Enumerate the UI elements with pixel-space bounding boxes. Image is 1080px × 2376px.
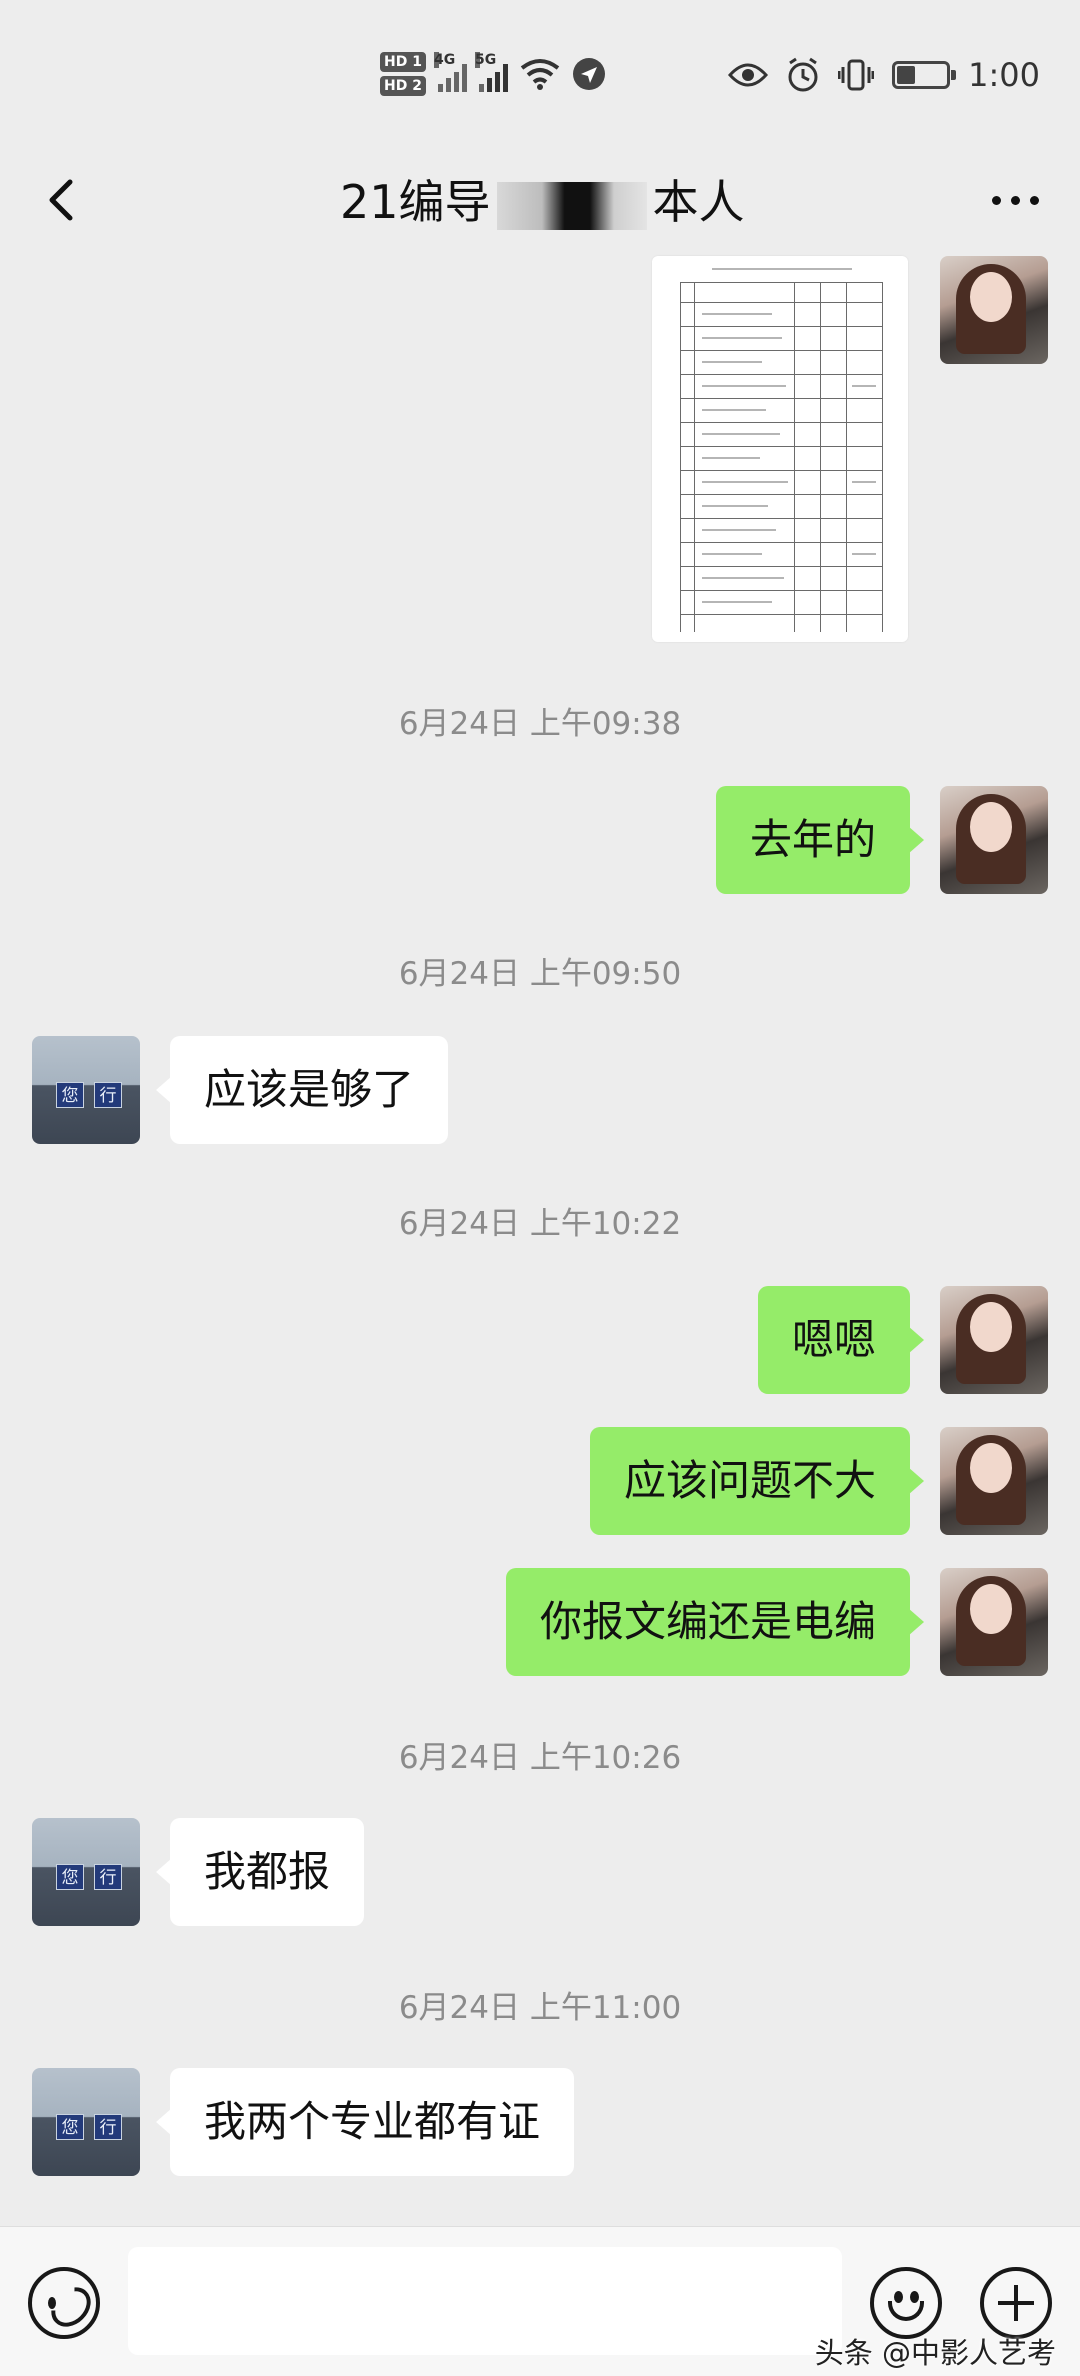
avatar-sign-char: 行 bbox=[94, 2114, 122, 2140]
chat-title-suffix: 本人 bbox=[652, 175, 745, 229]
vibrate-icon bbox=[838, 59, 875, 91]
document-image[interactable] bbox=[652, 256, 908, 642]
contact-avatar[interactable]: 您 行 bbox=[32, 1818, 140, 1926]
hd-badge-1: HD 1 bbox=[380, 52, 426, 72]
chat-title-prefix: 21编导 bbox=[340, 175, 491, 229]
message-bubble-received[interactable]: 我都报 bbox=[155, 1818, 365, 1926]
my-avatar[interactable] bbox=[940, 1568, 1048, 1676]
message-bubble-received[interactable]: 应该是够了 bbox=[155, 1036, 449, 1144]
status-right: 1:00 bbox=[728, 56, 1040, 94]
hd-indicators: HD 1 HD 2 bbox=[380, 52, 426, 96]
message-bubble-sent[interactable]: 去年的 bbox=[715, 786, 925, 894]
redacted-name bbox=[496, 181, 647, 230]
clock: 1:00 bbox=[968, 56, 1040, 94]
message-bubble-sent[interactable]: 应该问题不大 bbox=[589, 1427, 925, 1535]
status-left: HD 1 HD 2 4G 5G bbox=[380, 52, 606, 96]
wifi-icon bbox=[520, 59, 560, 90]
chat-title: 21编导 本人 bbox=[340, 166, 745, 232]
timestamp: 6月24日 上午11:00 bbox=[398, 1990, 682, 2026]
plus-icon[interactable] bbox=[980, 2267, 1052, 2339]
message-input[interactable] bbox=[128, 2247, 842, 2355]
alarm-icon bbox=[788, 57, 818, 92]
net-type-label: 5G bbox=[474, 52, 497, 68]
avatar-sign-char: 您 bbox=[56, 1082, 84, 1108]
contact-avatar[interactable]: 您 行 bbox=[32, 1036, 140, 1144]
status-bar: HD 1 HD 2 4G 5G 1:00 bbox=[0, 0, 1080, 140]
location-icon bbox=[572, 58, 605, 90]
contact-avatar[interactable]: 您 行 bbox=[32, 2068, 140, 2176]
voice-icon[interactable] bbox=[28, 2267, 100, 2339]
eye-icon bbox=[728, 63, 769, 87]
signal-5g-icon: 5G bbox=[474, 52, 508, 92]
message-bubble-sent[interactable]: 你报文编还是电编 bbox=[505, 1568, 925, 1676]
watermark: 头条 @中影人艺考 bbox=[814, 2336, 1056, 2370]
timestamp: 6月24日 上午10:26 bbox=[398, 1740, 682, 1776]
timestamp: 6月24日 上午09:50 bbox=[398, 956, 682, 992]
more-dots-icon[interactable] bbox=[980, 168, 1050, 232]
timestamp: 6月24日 上午09:38 bbox=[398, 706, 682, 742]
timestamp: 6月24日 上午10:22 bbox=[398, 1206, 682, 1242]
hd-badge-2: HD 2 bbox=[380, 76, 426, 96]
net-type-label: 4G bbox=[433, 52, 456, 68]
avatar-sign-char: 您 bbox=[56, 1864, 84, 1890]
battery-icon bbox=[892, 61, 957, 89]
message-bubble-received[interactable]: 我两个专业都有证 bbox=[155, 2068, 575, 2176]
message-bubble-sent[interactable]: 嗯嗯 bbox=[757, 1286, 925, 1394]
my-avatar[interactable] bbox=[940, 786, 1048, 894]
avatar-sign-char: 您 bbox=[56, 2114, 84, 2140]
back-arrow-icon[interactable] bbox=[30, 168, 94, 232]
chat-header: 21编导 本人 bbox=[0, 140, 1080, 260]
signal-4g-icon: 4G bbox=[433, 52, 467, 92]
my-avatar[interactable] bbox=[940, 1286, 1048, 1394]
avatar-sign-char: 行 bbox=[94, 1864, 122, 1890]
my-avatar[interactable] bbox=[940, 1427, 1048, 1535]
avatar-sign-char: 行 bbox=[94, 1082, 122, 1108]
my-avatar[interactable] bbox=[940, 256, 1048, 364]
emoji-icon[interactable] bbox=[870, 2267, 942, 2339]
